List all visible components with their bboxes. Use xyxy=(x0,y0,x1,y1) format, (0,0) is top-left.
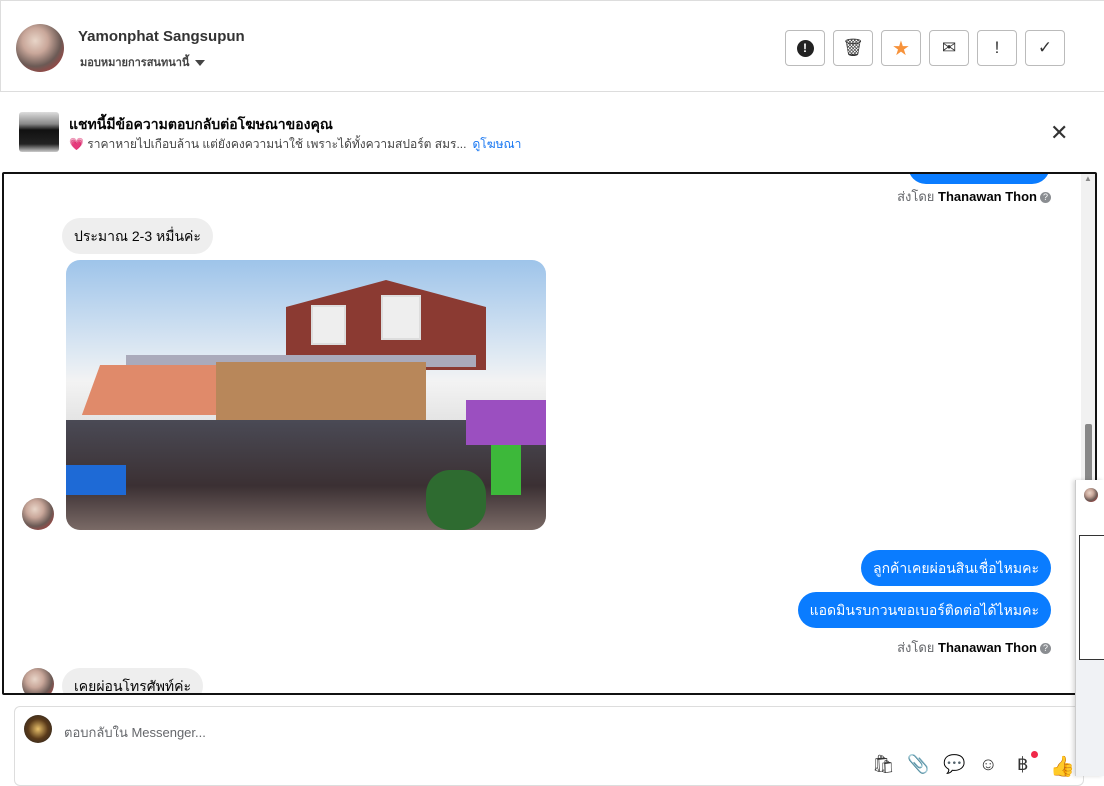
scroll-up-icon[interactable]: ▲ xyxy=(1081,174,1095,183)
contact-avatar-small xyxy=(22,668,54,693)
heart-icon: 💗 xyxy=(69,137,84,151)
ad-banner-title: แชทนี้มีข้อความตอบกลับต่อโฆษณาของคุณ xyxy=(69,116,333,132)
contact-avatar[interactable] xyxy=(16,24,64,72)
close-icon[interactable]: ✕ xyxy=(1050,120,1068,146)
message-bubble-incoming: ประมาณ 2-3 หมื่นค่ะ xyxy=(62,218,213,254)
overlay-panel xyxy=(1076,660,1104,776)
message-bubble-outgoing xyxy=(908,174,1050,184)
alert-circle-icon: ! xyxy=(796,39,814,57)
report-button[interactable]: ! xyxy=(785,30,825,66)
message-bubble-outgoing: แอดมินรบกวนขอเบอร์ติดต่อได้ไหมคะ xyxy=(797,592,1051,628)
payment-baht-icon[interactable]: ฿ xyxy=(1017,754,1028,775)
ad-banner-text: 💗 ราคาหายไปเกือบล้าน แต่ยังคงความน่าใช้ … xyxy=(69,135,521,154)
exclamation-icon: ! xyxy=(994,38,1000,57)
check-icon: ✓ xyxy=(1037,38,1053,57)
emoji-icon[interactable]: ☺ xyxy=(979,754,997,775)
overlay-avatar xyxy=(1084,488,1098,502)
conversation-header: Yamonphat Sangsupun มอบหมายการสนทนานี้ !… xyxy=(0,0,1104,92)
caret-down-icon xyxy=(195,60,206,67)
message-bubble-outgoing: ลูกค้าเคยผ่อนสินเชื่อไหมคะ xyxy=(860,550,1051,586)
like-icon[interactable]: 👍 xyxy=(1050,754,1075,779)
message-bubble-incoming: เคยผ่อนโทรศัพท์ค่ะ xyxy=(62,668,204,693)
ad-thumbnail[interactable] xyxy=(19,112,59,152)
spam-button[interactable]: ! xyxy=(977,30,1017,66)
message-image-shop-house[interactable] xyxy=(66,260,546,530)
assign-conversation-dropdown[interactable]: มอบหมายการสนทนานี้ xyxy=(80,53,206,71)
delete-button[interactable]: 🗑 xyxy=(833,30,873,66)
contact-name[interactable]: Yamonphat Sangsupun xyxy=(78,28,245,45)
view-ad-link[interactable]: ดูโฆษณา xyxy=(472,137,521,151)
overlay-preview xyxy=(1079,535,1104,660)
notification-dot xyxy=(1031,751,1038,758)
star-icon: ★ xyxy=(892,37,910,60)
assign-label: มอบหมายการสนทนานี้ xyxy=(80,57,190,69)
sent-by-label: ส่งโดย Thanawan Thon? xyxy=(897,637,1051,658)
star-button[interactable]: ★ xyxy=(881,30,921,66)
done-button[interactable]: ✓ xyxy=(1025,30,1065,66)
paperclip-icon[interactable]: 📎 xyxy=(907,754,929,775)
sent-by-label: ส่งโดย Thanawan Thon? xyxy=(897,186,1051,207)
help-icon[interactable]: ? xyxy=(1040,643,1051,655)
ad-text: ราคาหายไปเกือบล้าน แต่ยังคงความน่าใช้ เพ… xyxy=(87,137,467,151)
page-avatar xyxy=(24,715,52,743)
envelope-icon: ✉ xyxy=(941,38,957,57)
message-thread: ส่งโดย Thanawan Thon? ประมาณ 2-3 หมื่นค่… xyxy=(2,172,1097,695)
help-icon[interactable]: ? xyxy=(1040,192,1051,204)
contact-avatar-small xyxy=(22,498,54,530)
shopping-bag-icon[interactable]: 🛍 xyxy=(872,754,895,775)
trash-icon: 🗑 xyxy=(842,38,864,57)
saved-reply-icon[interactable]: 💬 xyxy=(943,754,965,775)
reply-input[interactable]: ตอบกลับใน Messenger... xyxy=(64,722,206,743)
scrollbar-thumb[interactable] xyxy=(1085,424,1092,484)
screenshot-tool-overlay xyxy=(1075,480,1104,776)
mark-unread-button[interactable]: ✉ xyxy=(929,30,969,66)
